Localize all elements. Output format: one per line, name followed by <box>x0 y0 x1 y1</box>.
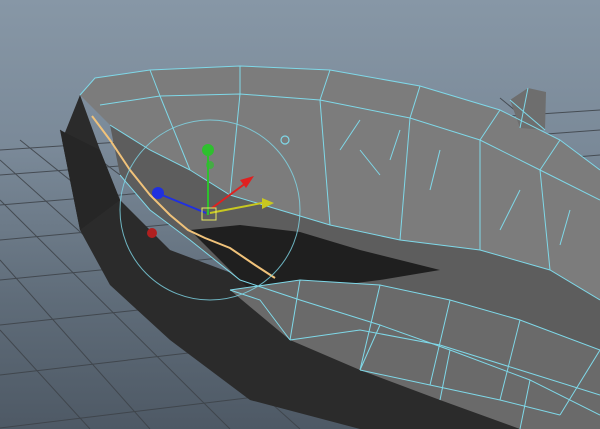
mesh-shark[interactable] <box>60 66 600 429</box>
viewport-scene[interactable] <box>0 0 600 429</box>
3d-viewport[interactable] <box>0 0 600 429</box>
